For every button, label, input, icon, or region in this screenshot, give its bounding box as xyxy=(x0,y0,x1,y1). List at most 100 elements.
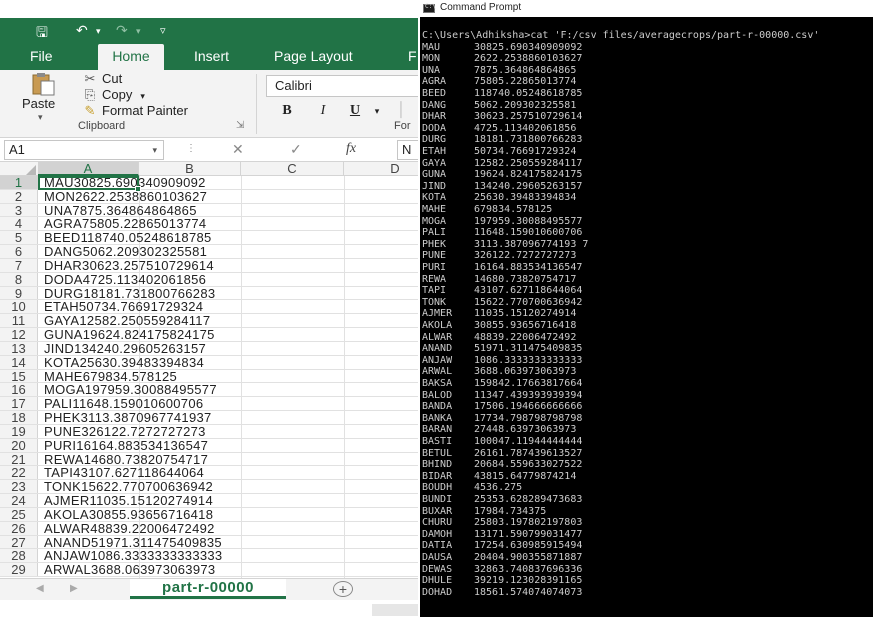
row-header[interactable]: 2 xyxy=(0,189,38,203)
cell-a[interactable]: ARWAL3688.063973063973 xyxy=(44,563,215,576)
district-name: BANDA xyxy=(422,401,453,413)
cell-a[interactable]: DANG5062.209302325581 xyxy=(44,245,207,258)
tab-page-layout[interactable]: Page Layout xyxy=(270,44,357,70)
row-header[interactable]: 9 xyxy=(0,286,38,300)
cell-a[interactable]: AKOLA30855.93656716418 xyxy=(44,508,213,521)
row-header[interactable]: 5 xyxy=(0,231,38,244)
name-box-dropdown-icon[interactable]: ▾ xyxy=(152,141,157,159)
cancel-icon[interactable]: ✕ xyxy=(232,141,244,158)
paste-dropdown-icon[interactable]: ▾ xyxy=(38,112,43,123)
cell-a[interactable]: GAYA12582.250559284117 xyxy=(44,314,210,327)
row-header[interactable]: 10 xyxy=(0,300,38,313)
cell-a[interactable]: ANJAW1086.3333333333333 xyxy=(44,549,222,562)
cell-a[interactable]: MON2622.2538860103627 xyxy=(44,190,207,203)
cell-a[interactable]: DHAR30623.257510729614 xyxy=(44,259,214,272)
sheet-tab-part-r-00000[interactable]: part-r-00000 xyxy=(130,579,286,599)
column-header-d[interactable]: D xyxy=(344,162,418,176)
tab-file[interactable]: File xyxy=(26,44,57,70)
format-painter-button[interactable]: ✎ Format Painter xyxy=(82,102,188,120)
cell-a[interactable]: DODA4725.113402061856 xyxy=(44,273,206,286)
row-header[interactable]: 4 xyxy=(0,217,38,230)
bold-button[interactable]: B xyxy=(276,100,298,122)
paste-button[interactable]: Paste ▾ xyxy=(18,72,68,122)
row-header[interactable]: 21 xyxy=(0,452,38,466)
row-header[interactable]: 1 xyxy=(0,176,38,189)
cell-a[interactable]: UNA7875.364864864865 xyxy=(44,204,197,217)
cell-a[interactable]: AJMER11035.15120274914 xyxy=(44,494,213,507)
customize-qat-icon[interactable]: ▿ xyxy=(160,24,166,37)
copy-dropdown-icon[interactable]: ▾ xyxy=(140,91,145,101)
underline-button[interactable]: U xyxy=(344,100,366,122)
row-header[interactable]: 29 xyxy=(0,563,38,576)
column-header-b[interactable]: B xyxy=(139,162,241,176)
row-header[interactable]: 20 xyxy=(0,438,38,452)
redo-dropdown-icon[interactable]: ▾ xyxy=(136,26,141,37)
spreadsheet-grid[interactable]: 1 MAU30825.690340909092 2 MON2622.253886010… xyxy=(0,176,418,578)
clipboard-launcher-icon[interactable]: ⇲ xyxy=(236,120,244,131)
row-header[interactable]: 22 xyxy=(0,466,38,479)
undo-dropdown-icon[interactable]: ▾ xyxy=(96,26,101,37)
row-header[interactable]: 6 xyxy=(0,245,38,258)
redo-icon[interactable]: ↷ xyxy=(116,22,128,39)
fill-handle[interactable] xyxy=(135,186,141,192)
row-header[interactable]: 25 xyxy=(0,507,38,521)
cell-a[interactable]: ETAH50734.76691729324 xyxy=(44,300,203,313)
formula-input[interactable]: N xyxy=(397,140,418,160)
cell-a[interactable]: BEED118740.05248618785 xyxy=(44,231,212,244)
row-header[interactable]: 14 xyxy=(0,355,38,369)
cell-a[interactable]: KOTA25630.39483394834 xyxy=(44,356,204,369)
sheet-next-icon[interactable]: ▶ xyxy=(70,583,78,594)
cell-a[interactable]: PUNE326122.7272727273 xyxy=(44,425,206,438)
cell-a[interactable]: PURI16164.883534136547 xyxy=(44,439,208,452)
column-header-a[interactable]: A xyxy=(38,162,139,176)
tab-formulas-partial[interactable]: F xyxy=(404,44,418,70)
cell-a[interactable]: MOGA197959.30088495577 xyxy=(44,383,217,396)
cell-a[interactable]: PHEK3113.3870967741937 xyxy=(44,411,212,424)
tab-home[interactable]: Home xyxy=(98,44,164,70)
save-icon[interactable]: 🖫 xyxy=(36,22,48,46)
select-all-corner[interactable] xyxy=(0,162,38,176)
horizontal-scrollbar[interactable] xyxy=(372,604,418,616)
cell-a[interactable]: PALI11648.159010600706 xyxy=(44,397,203,410)
column-header-c[interactable]: C xyxy=(241,162,344,176)
row-header[interactable]: 11 xyxy=(0,314,38,327)
undo-icon[interactable]: ↶ xyxy=(76,22,88,39)
row-header[interactable]: 26 xyxy=(0,521,38,535)
row-header[interactable]: 7 xyxy=(0,258,38,272)
cell-a[interactable]: ALWAR48839.22006472492 xyxy=(44,522,215,535)
district-name: BARAN xyxy=(422,424,453,436)
row-header[interactable]: 27 xyxy=(0,535,38,548)
insert-function-icon[interactable]: fx xyxy=(346,141,356,157)
cell-a[interactable]: AGRA75805.22865013774 xyxy=(44,217,206,230)
underline-dropdown-icon[interactable]: ▾ xyxy=(366,100,388,122)
cell-a[interactable]: TONK15622.770700636942 xyxy=(44,480,213,493)
row-header[interactable]: 28 xyxy=(0,549,38,562)
sheet-prev-icon[interactable]: ◀ xyxy=(36,583,44,594)
cell-a[interactable]: ANAND51971.311475409835 xyxy=(44,536,222,549)
cell-a[interactable]: TAPI43107.627118644064 xyxy=(44,466,204,479)
district-name: BOUDH xyxy=(422,482,453,494)
row-header[interactable]: 23 xyxy=(0,480,38,493)
row-header[interactable]: 19 xyxy=(0,424,38,438)
row-header[interactable]: 8 xyxy=(0,272,38,286)
italic-button[interactable]: I xyxy=(312,100,334,122)
row-header[interactable]: 3 xyxy=(0,203,38,217)
tab-insert[interactable]: Insert xyxy=(190,44,233,70)
row-header[interactable]: 24 xyxy=(0,494,38,507)
row-header[interactable]: 15 xyxy=(0,369,38,383)
cell-a[interactable]: GUNA19624.824175824175 xyxy=(44,328,215,341)
cell-a[interactable]: DURG18181.731800766283 xyxy=(44,287,215,300)
add-sheet-button[interactable]: + xyxy=(333,581,353,597)
row-header[interactable]: 13 xyxy=(0,341,38,355)
row-header[interactable]: 17 xyxy=(0,397,38,410)
row-header[interactable]: 18 xyxy=(0,411,38,424)
cell-a[interactable]: REWA14680.73820754717 xyxy=(44,453,208,466)
cell-a[interactable]: JIND134240.29605263157 xyxy=(44,342,206,355)
name-box[interactable]: A1 ▾ xyxy=(4,140,164,160)
row-header[interactable]: 12 xyxy=(0,328,38,341)
font-name-select[interactable]: Calibri xyxy=(266,75,418,97)
cell-a[interactable]: MAHE679834.578125 xyxy=(44,370,177,383)
row-header[interactable]: 16 xyxy=(0,383,38,396)
enter-check-icon[interactable]: ✓ xyxy=(290,141,302,158)
border-icon[interactable]: │ xyxy=(390,100,412,122)
